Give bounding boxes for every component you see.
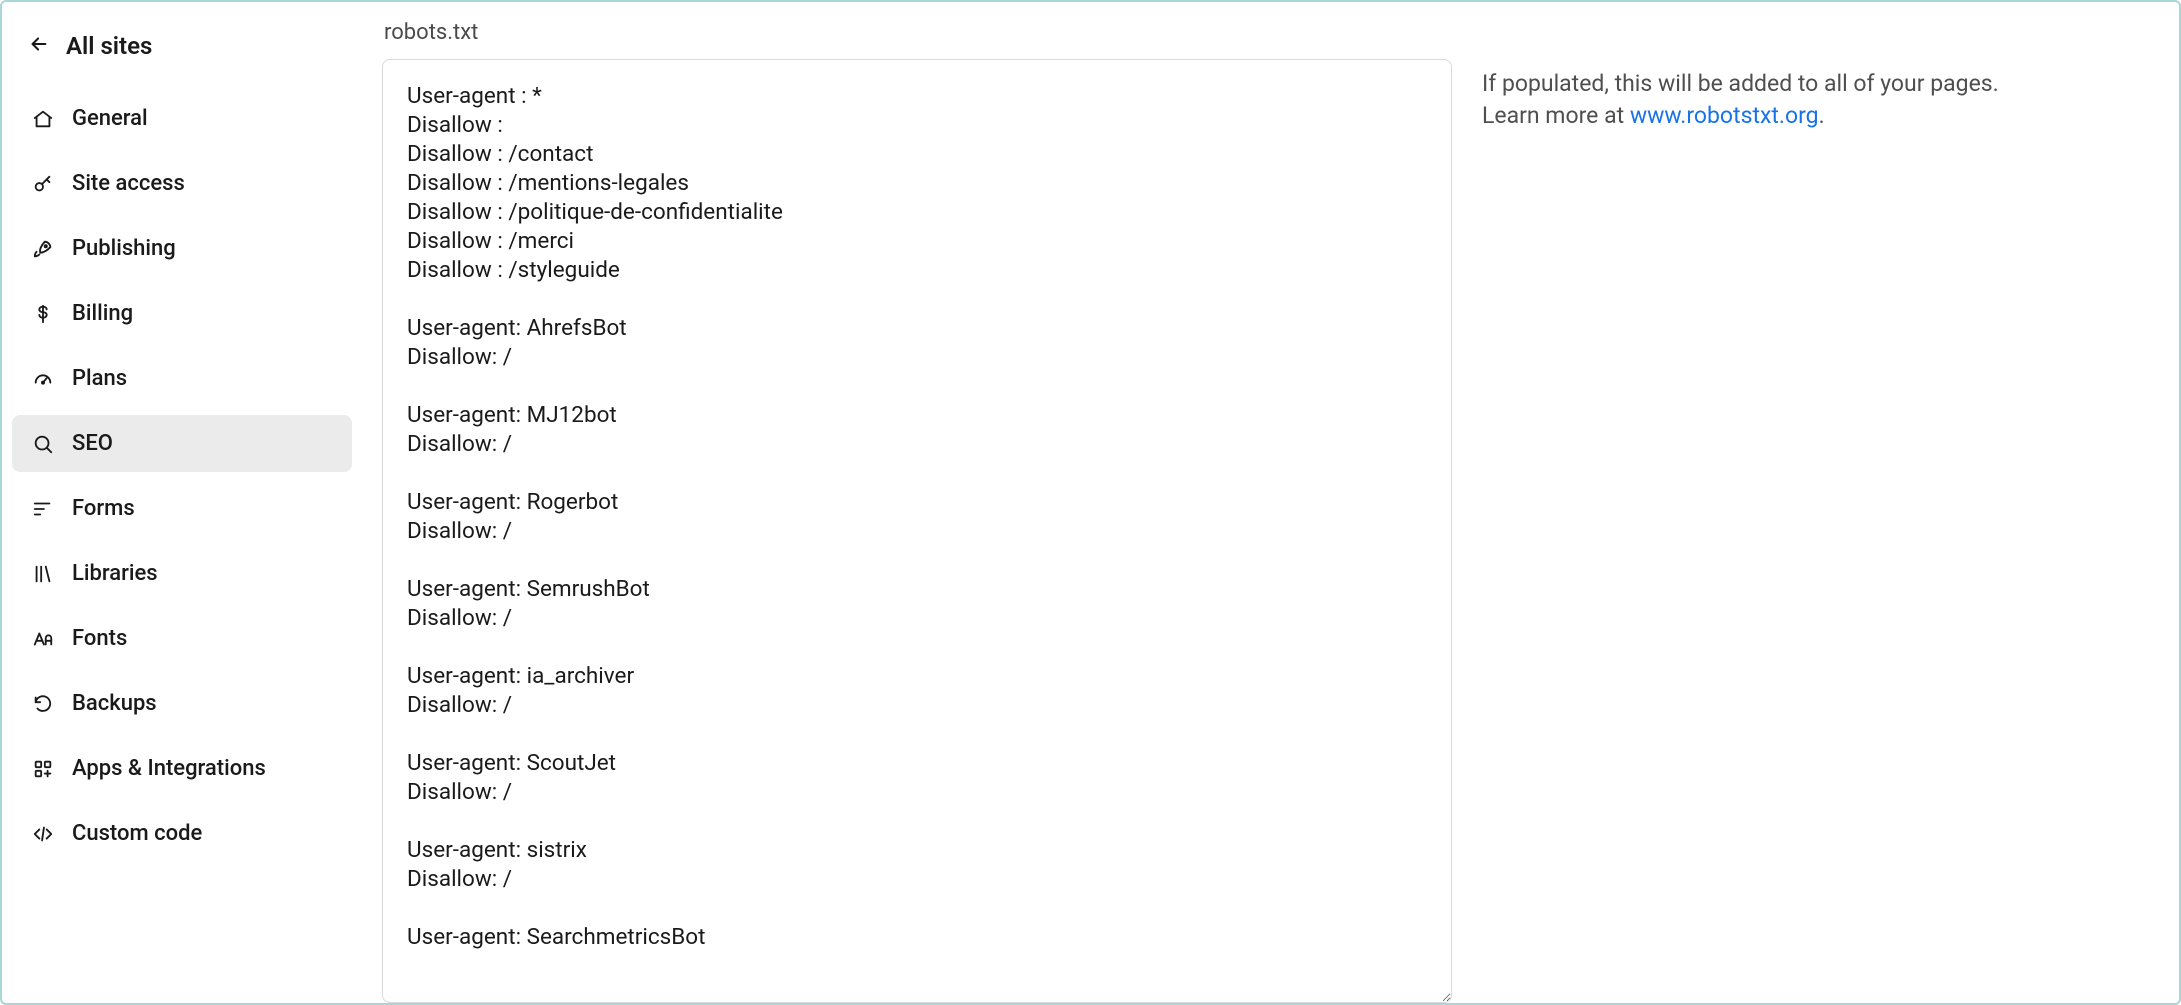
- sidebar-item-label: Libraries: [72, 561, 158, 586]
- back-all-sites[interactable]: All sites: [12, 26, 352, 90]
- bars-icon: [32, 498, 54, 520]
- robots-learn-more-link[interactable]: www.robotstxt.org: [1630, 102, 1819, 129]
- dollar-icon: [32, 303, 54, 325]
- code-icon: [32, 823, 54, 845]
- key-icon: [32, 173, 54, 195]
- robots-help-text: If populated, this will be added to all …: [1482, 20, 2022, 1003]
- sidebar-item-general[interactable]: General: [12, 90, 352, 147]
- sidebar-item-backups[interactable]: Backups: [12, 675, 352, 732]
- sidebar-item-label: Apps & Integrations: [72, 756, 266, 781]
- main-content: robots.txt If populated, this will be ad…: [362, 2, 2179, 1003]
- sidebar-item-billing[interactable]: Billing: [12, 285, 352, 342]
- sidebar-item-publishing[interactable]: Publishing: [12, 220, 352, 277]
- gauge-icon: [32, 368, 54, 390]
- robots-field-label: robots.txt: [382, 20, 1452, 45]
- rocket-icon: [32, 238, 54, 260]
- undo-icon: [32, 693, 54, 715]
- sidebar-item-label: Fonts: [72, 626, 127, 651]
- sidebar-item-libraries[interactable]: Libraries: [12, 545, 352, 602]
- sidebar-item-plans[interactable]: Plans: [12, 350, 352, 407]
- robots-editor-column: robots.txt: [382, 20, 1452, 1003]
- sidebar-item-seo[interactable]: SEO: [12, 415, 352, 472]
- apps-icon: [32, 758, 54, 780]
- robots-textarea[interactable]: [382, 59, 1452, 1003]
- sidebar-item-custom-code[interactable]: Custom code: [12, 805, 352, 862]
- search-icon: [32, 433, 54, 455]
- sidebar-item-site-access[interactable]: Site access: [12, 155, 352, 212]
- sidebar-item-label: Forms: [72, 496, 135, 521]
- sidebar-item-apps-integrations[interactable]: Apps & Integrations: [12, 740, 352, 797]
- home-icon: [32, 108, 54, 130]
- sidebar-item-label: Custom code: [72, 821, 202, 846]
- sidebar-item-label: Publishing: [72, 236, 176, 261]
- back-label: All sites: [66, 32, 152, 60]
- sidebar-item-label: SEO: [72, 431, 113, 456]
- sidebar: All sites General Site access Publishing: [2, 2, 362, 1003]
- arrow-left-icon: [28, 33, 50, 60]
- help-text-suffix: .: [1819, 102, 1825, 129]
- sidebar-item-label: Plans: [72, 366, 127, 391]
- sidebar-item-label: General: [72, 106, 148, 131]
- fonts-icon: [32, 628, 54, 650]
- sidebar-item-forms[interactable]: Forms: [12, 480, 352, 537]
- sidebar-item-label: Site access: [72, 171, 185, 196]
- sidebar-item-label: Backups: [72, 691, 157, 716]
- sidebar-item-fonts[interactable]: Fonts: [12, 610, 352, 667]
- libraries-icon: [32, 563, 54, 585]
- sidebar-item-label: Billing: [72, 301, 133, 326]
